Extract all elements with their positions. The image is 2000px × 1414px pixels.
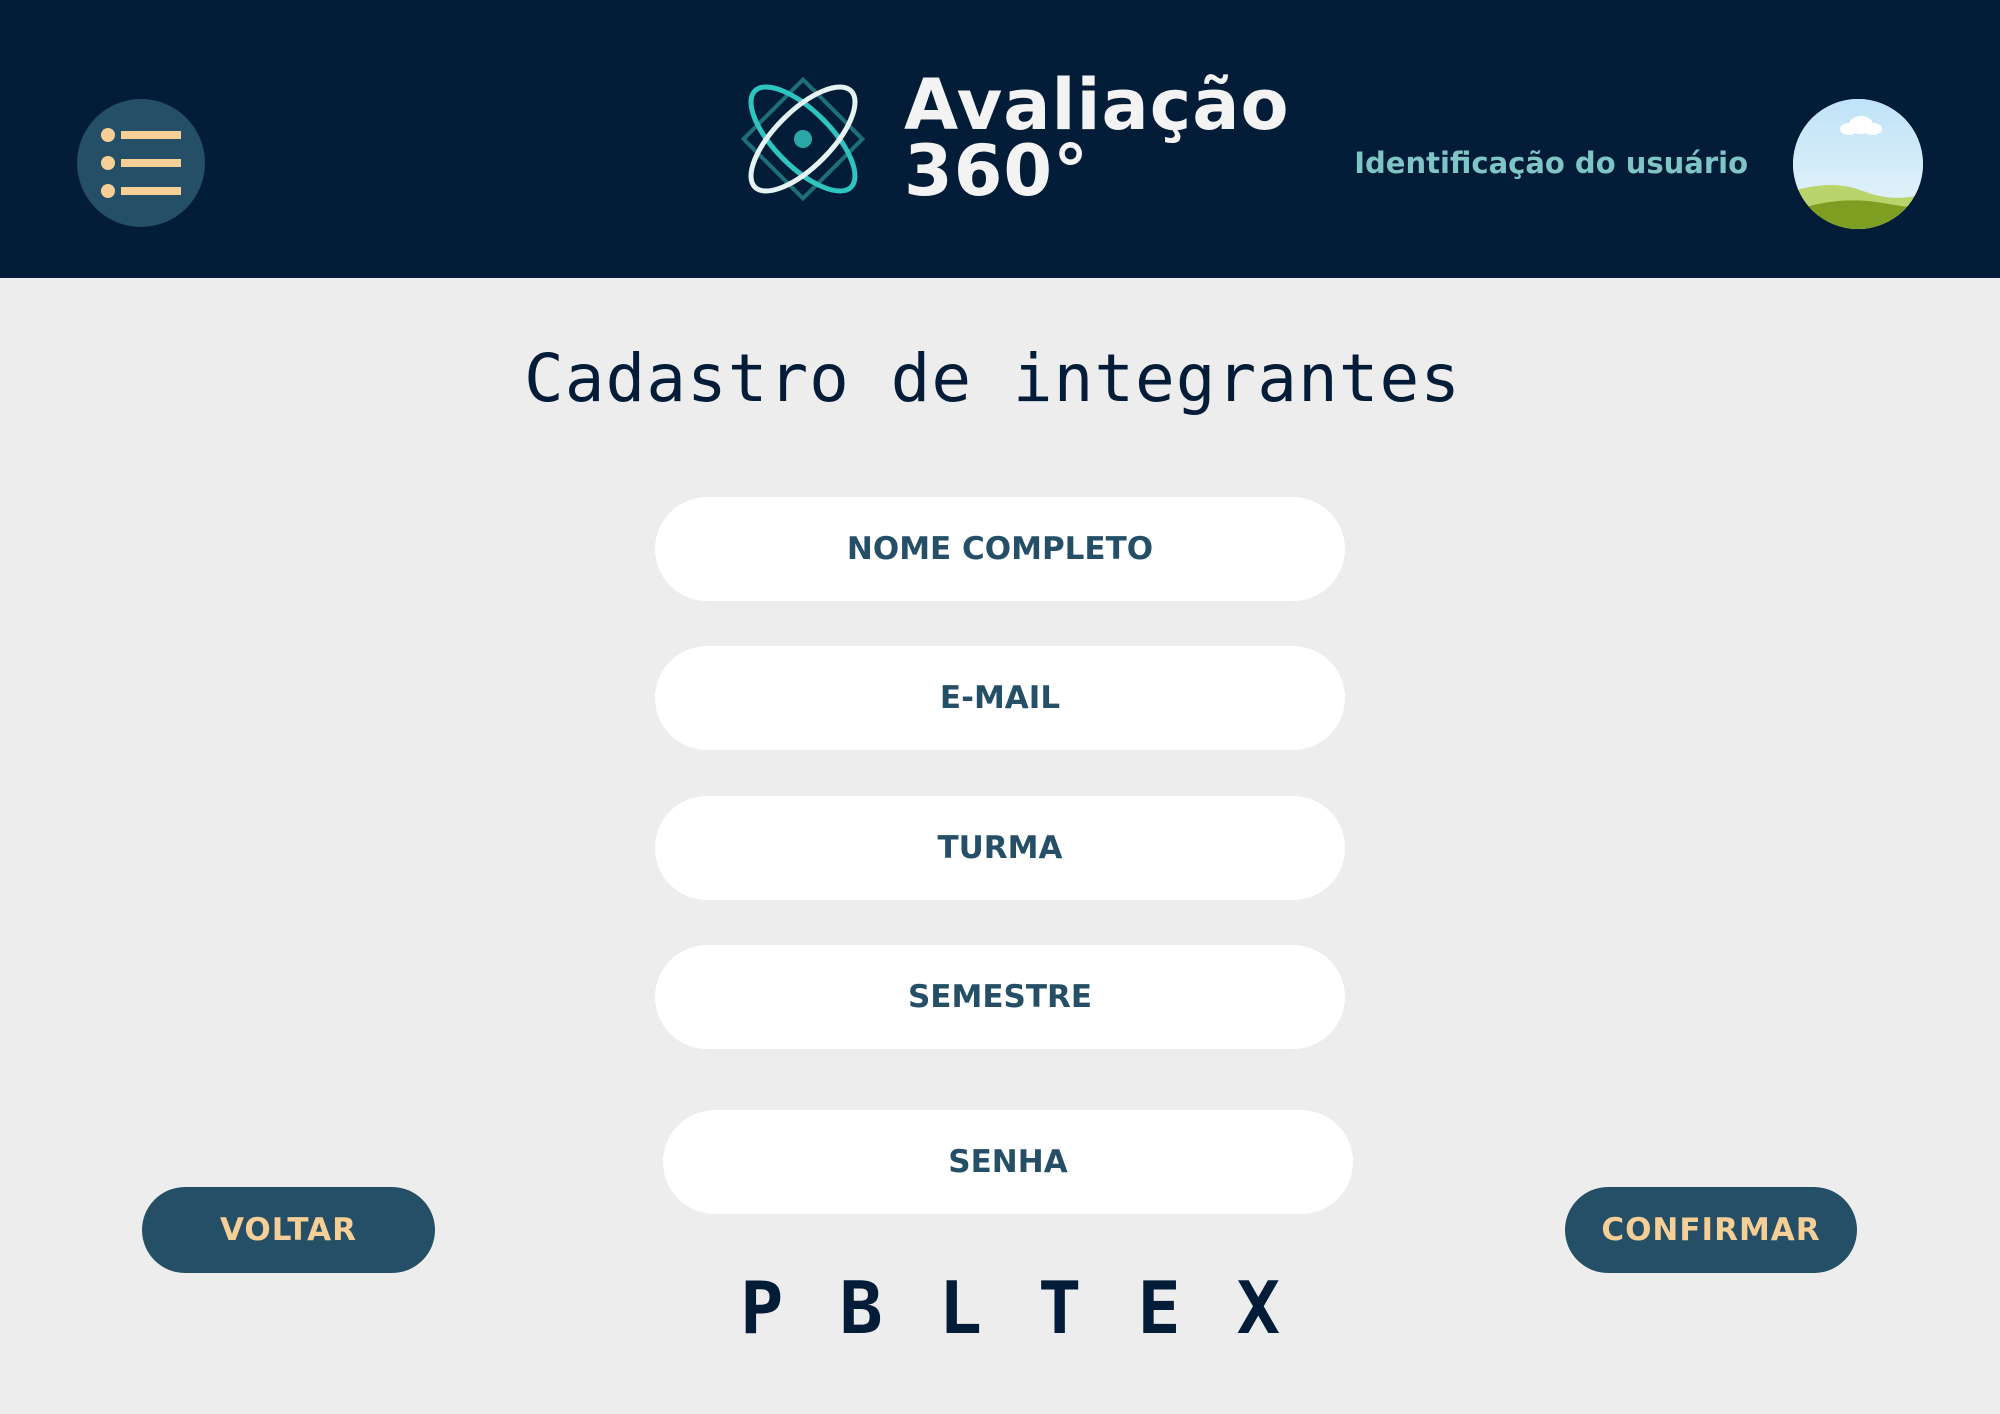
page-title: Cadastro de integrantes (524, 340, 1461, 417)
top-header: Avaliação 360° Identificação do usuário (0, 0, 2000, 278)
email-input[interactable] (655, 646, 1345, 750)
menu-button[interactable] (77, 99, 205, 227)
logo-letter: E (1137, 1266, 1181, 1350)
logo-letter: T (1037, 1266, 1082, 1350)
brand-line-1: Avaliação (904, 64, 1290, 146)
user-avatar[interactable] (1793, 99, 1923, 229)
user-identification-link[interactable]: Identificação do usuário (1354, 146, 1748, 180)
back-button[interactable]: VOLTAR (142, 1187, 435, 1273)
app-brand: Avaliação 360° (904, 64, 1290, 212)
list-menu-icon (101, 128, 181, 198)
brand-line-2: 360° (904, 130, 1090, 212)
class-input[interactable] (655, 796, 1345, 900)
password-input[interactable] (663, 1110, 1353, 1214)
logo-letter: L (938, 1266, 983, 1350)
atom-logo-icon (740, 76, 866, 202)
landscape-avatar-icon (1793, 99, 1923, 229)
logo-letter: B (839, 1266, 883, 1350)
logo-letter: X (1236, 1266, 1280, 1350)
logo-letter: P (740, 1266, 784, 1350)
confirm-button[interactable]: CONFIRMAR (1565, 1187, 1857, 1273)
full-name-input[interactable] (655, 497, 1345, 601)
pbltex-logo: P B L T E X (740, 1266, 1280, 1350)
semester-input[interactable] (655, 945, 1345, 1049)
